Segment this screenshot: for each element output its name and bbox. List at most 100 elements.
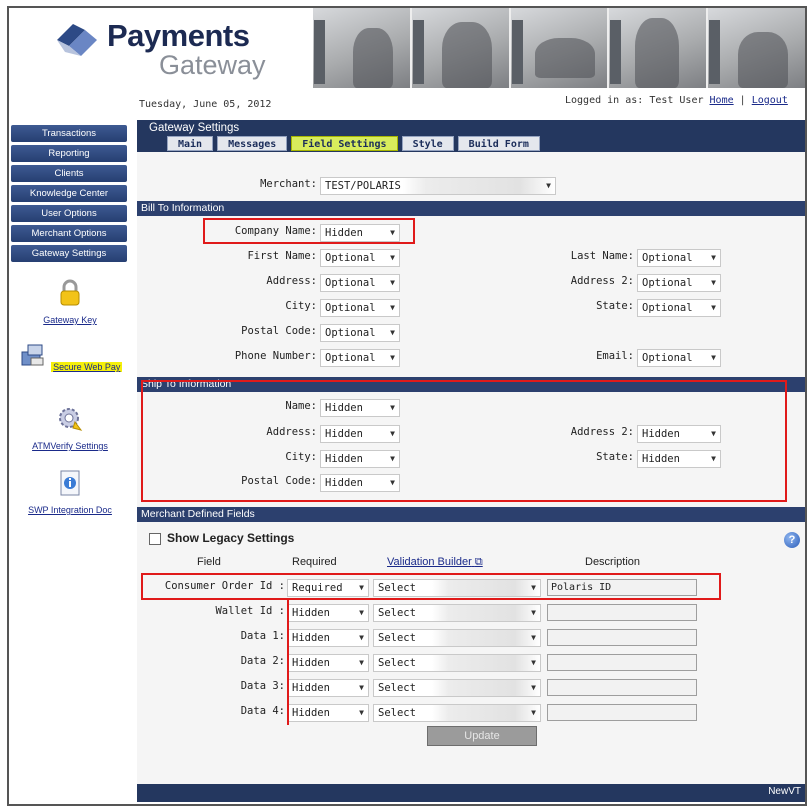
address2-select[interactable]: Optional ▼ (637, 274, 721, 292)
gear-icon (59, 408, 83, 431)
annotation-box-consumer-order-id (141, 573, 721, 600)
chevron-down-icon: ▼ (711, 253, 716, 262)
tool-label[interactable]: Secure Web Pay (51, 362, 123, 372)
nav-gateway-settings[interactable]: Gateway Settings (11, 245, 127, 262)
first-name-select[interactable]: Optional ▼ (320, 249, 400, 267)
annotation-box-ship-to (141, 380, 787, 502)
description-input[interactable] (547, 704, 697, 721)
city-select[interactable]: Optional ▼ (320, 299, 400, 317)
banner-photo (609, 8, 707, 88)
tab-main[interactable]: Main (167, 136, 214, 151)
description-input[interactable] (547, 629, 697, 646)
validation-select[interactable]: Select ▼ (373, 629, 541, 647)
logout-link[interactable]: Logout (752, 95, 788, 106)
banner-photo (708, 8, 805, 88)
banner-photo (510, 8, 608, 88)
legacy-checkbox[interactable] (149, 533, 161, 545)
address2-label: Address 2: (570, 275, 634, 287)
email-value: Optional (642, 352, 693, 364)
field-label: Data 2: (240, 655, 285, 667)
first-name-label: First Name: (247, 250, 317, 262)
footer-text: NewVT (768, 786, 801, 797)
chevron-down-icon: ▼ (546, 181, 551, 190)
chevron-down-icon: ▼ (531, 683, 536, 692)
validation-builder-link[interactable]: Validation Builder ⧉ (387, 556, 483, 569)
col-field: Field (197, 556, 221, 568)
required-select[interactable]: Hidden ▼ (287, 604, 369, 622)
postal-code-select[interactable]: Optional ▼ (320, 324, 400, 342)
footer-bar: NewVT (137, 784, 805, 802)
first-name-value: Optional (325, 252, 376, 264)
bill-to-section-header: Bill To Information (137, 201, 805, 216)
state-label: State: (596, 300, 634, 312)
tool-label[interactable]: SWP Integration Doc (9, 505, 131, 515)
chevron-down-icon: ▼ (711, 278, 716, 287)
postal-code-label: Postal Code: (241, 325, 317, 337)
logo-title: Payments (107, 18, 250, 53)
tool-atmverify-settings[interactable]: ATMVerify Settings (9, 404, 131, 451)
required-select[interactable]: Hidden ▼ (287, 679, 369, 697)
chevron-down-icon: ▼ (390, 253, 395, 262)
required-select[interactable]: Hidden ▼ (287, 654, 369, 672)
tool-label[interactable]: ATMVerify Settings (9, 441, 131, 451)
nav-reporting[interactable]: Reporting (11, 145, 127, 162)
tool-label[interactable]: Gateway Key (9, 315, 131, 325)
nav-user-options[interactable]: User Options (11, 205, 127, 222)
description-input[interactable] (547, 679, 697, 696)
nav-merchant-options[interactable]: Merchant Options (11, 225, 127, 242)
document-icon (60, 470, 80, 496)
city-value: Optional (325, 302, 376, 314)
app-frame: Payments Gateway Tuesday, June 05, 2012 … (7, 6, 807, 806)
email-select[interactable]: Optional ▼ (637, 349, 721, 367)
validation-select[interactable]: Select ▼ (373, 654, 541, 672)
phone-select[interactable]: Optional ▼ (320, 349, 400, 367)
address2-value: Optional (642, 277, 693, 289)
validation-value: Select (378, 607, 416, 619)
validation-select[interactable]: Select ▼ (373, 604, 541, 622)
required-select[interactable]: Hidden ▼ (287, 629, 369, 647)
validation-select[interactable]: Select ▼ (373, 704, 541, 722)
last-name-select[interactable]: Optional ▼ (637, 249, 721, 267)
tool-gateway-key[interactable]: Gateway Key (9, 278, 131, 325)
required-select[interactable]: Hidden ▼ (287, 704, 369, 722)
required-value: Hidden (292, 607, 330, 619)
description-input[interactable] (547, 654, 697, 671)
logged-in-label: Logged in as: (565, 95, 644, 106)
state-select[interactable]: Optional ▼ (637, 299, 721, 317)
tool-secure-web-pay[interactable]: Secure Web Pay (9, 340, 131, 373)
link-separator: | (739, 95, 746, 106)
merchant-fields-section-header: Merchant Defined Fields (137, 507, 805, 522)
header-banner (313, 8, 805, 88)
legacy-label: Show Legacy Settings (167, 531, 295, 545)
tab-messages[interactable]: Messages (217, 136, 288, 151)
chevron-down-icon: ▼ (359, 633, 364, 642)
validation-value: Select (378, 657, 416, 669)
annotation-line (287, 600, 289, 725)
address-select[interactable]: Optional ▼ (320, 274, 400, 292)
validation-select[interactable]: Select ▼ (373, 679, 541, 697)
chevron-down-icon: ▼ (359, 658, 364, 667)
nav-knowledge-center[interactable]: Knowledge Center (11, 185, 127, 202)
user-name: Test User (649, 95, 704, 106)
email-label: Email: (596, 350, 634, 362)
chevron-down-icon: ▼ (390, 278, 395, 287)
tab-build-form[interactable]: Build Form (457, 136, 540, 151)
tool-swp-integration-doc[interactable]: SWP Integration Doc (9, 468, 131, 515)
chevron-down-icon: ▼ (531, 633, 536, 642)
tab-field-settings[interactable]: Field Settings (291, 136, 398, 151)
description-input[interactable] (547, 604, 697, 621)
state-value: Optional (642, 302, 693, 314)
merchant-value: TEST/POLARIS (325, 180, 401, 192)
help-icon[interactable]: ? (784, 532, 800, 548)
home-link[interactable]: Home (710, 95, 734, 106)
merchant-select[interactable]: TEST/POLARIS ▼ (320, 177, 556, 195)
settings-tabs: Main Messages Field Settings Style Build… (167, 136, 540, 151)
annotation-box-company-name (203, 218, 415, 244)
nav-clients[interactable]: Clients (11, 165, 127, 182)
nav-transactions[interactable]: Transactions (11, 125, 127, 142)
update-button[interactable]: Update (427, 726, 537, 746)
required-value: Hidden (292, 682, 330, 694)
field-label: Wallet Id : (215, 605, 285, 617)
tab-style[interactable]: Style (401, 136, 454, 151)
merchant-label: Merchant: (260, 178, 317, 190)
